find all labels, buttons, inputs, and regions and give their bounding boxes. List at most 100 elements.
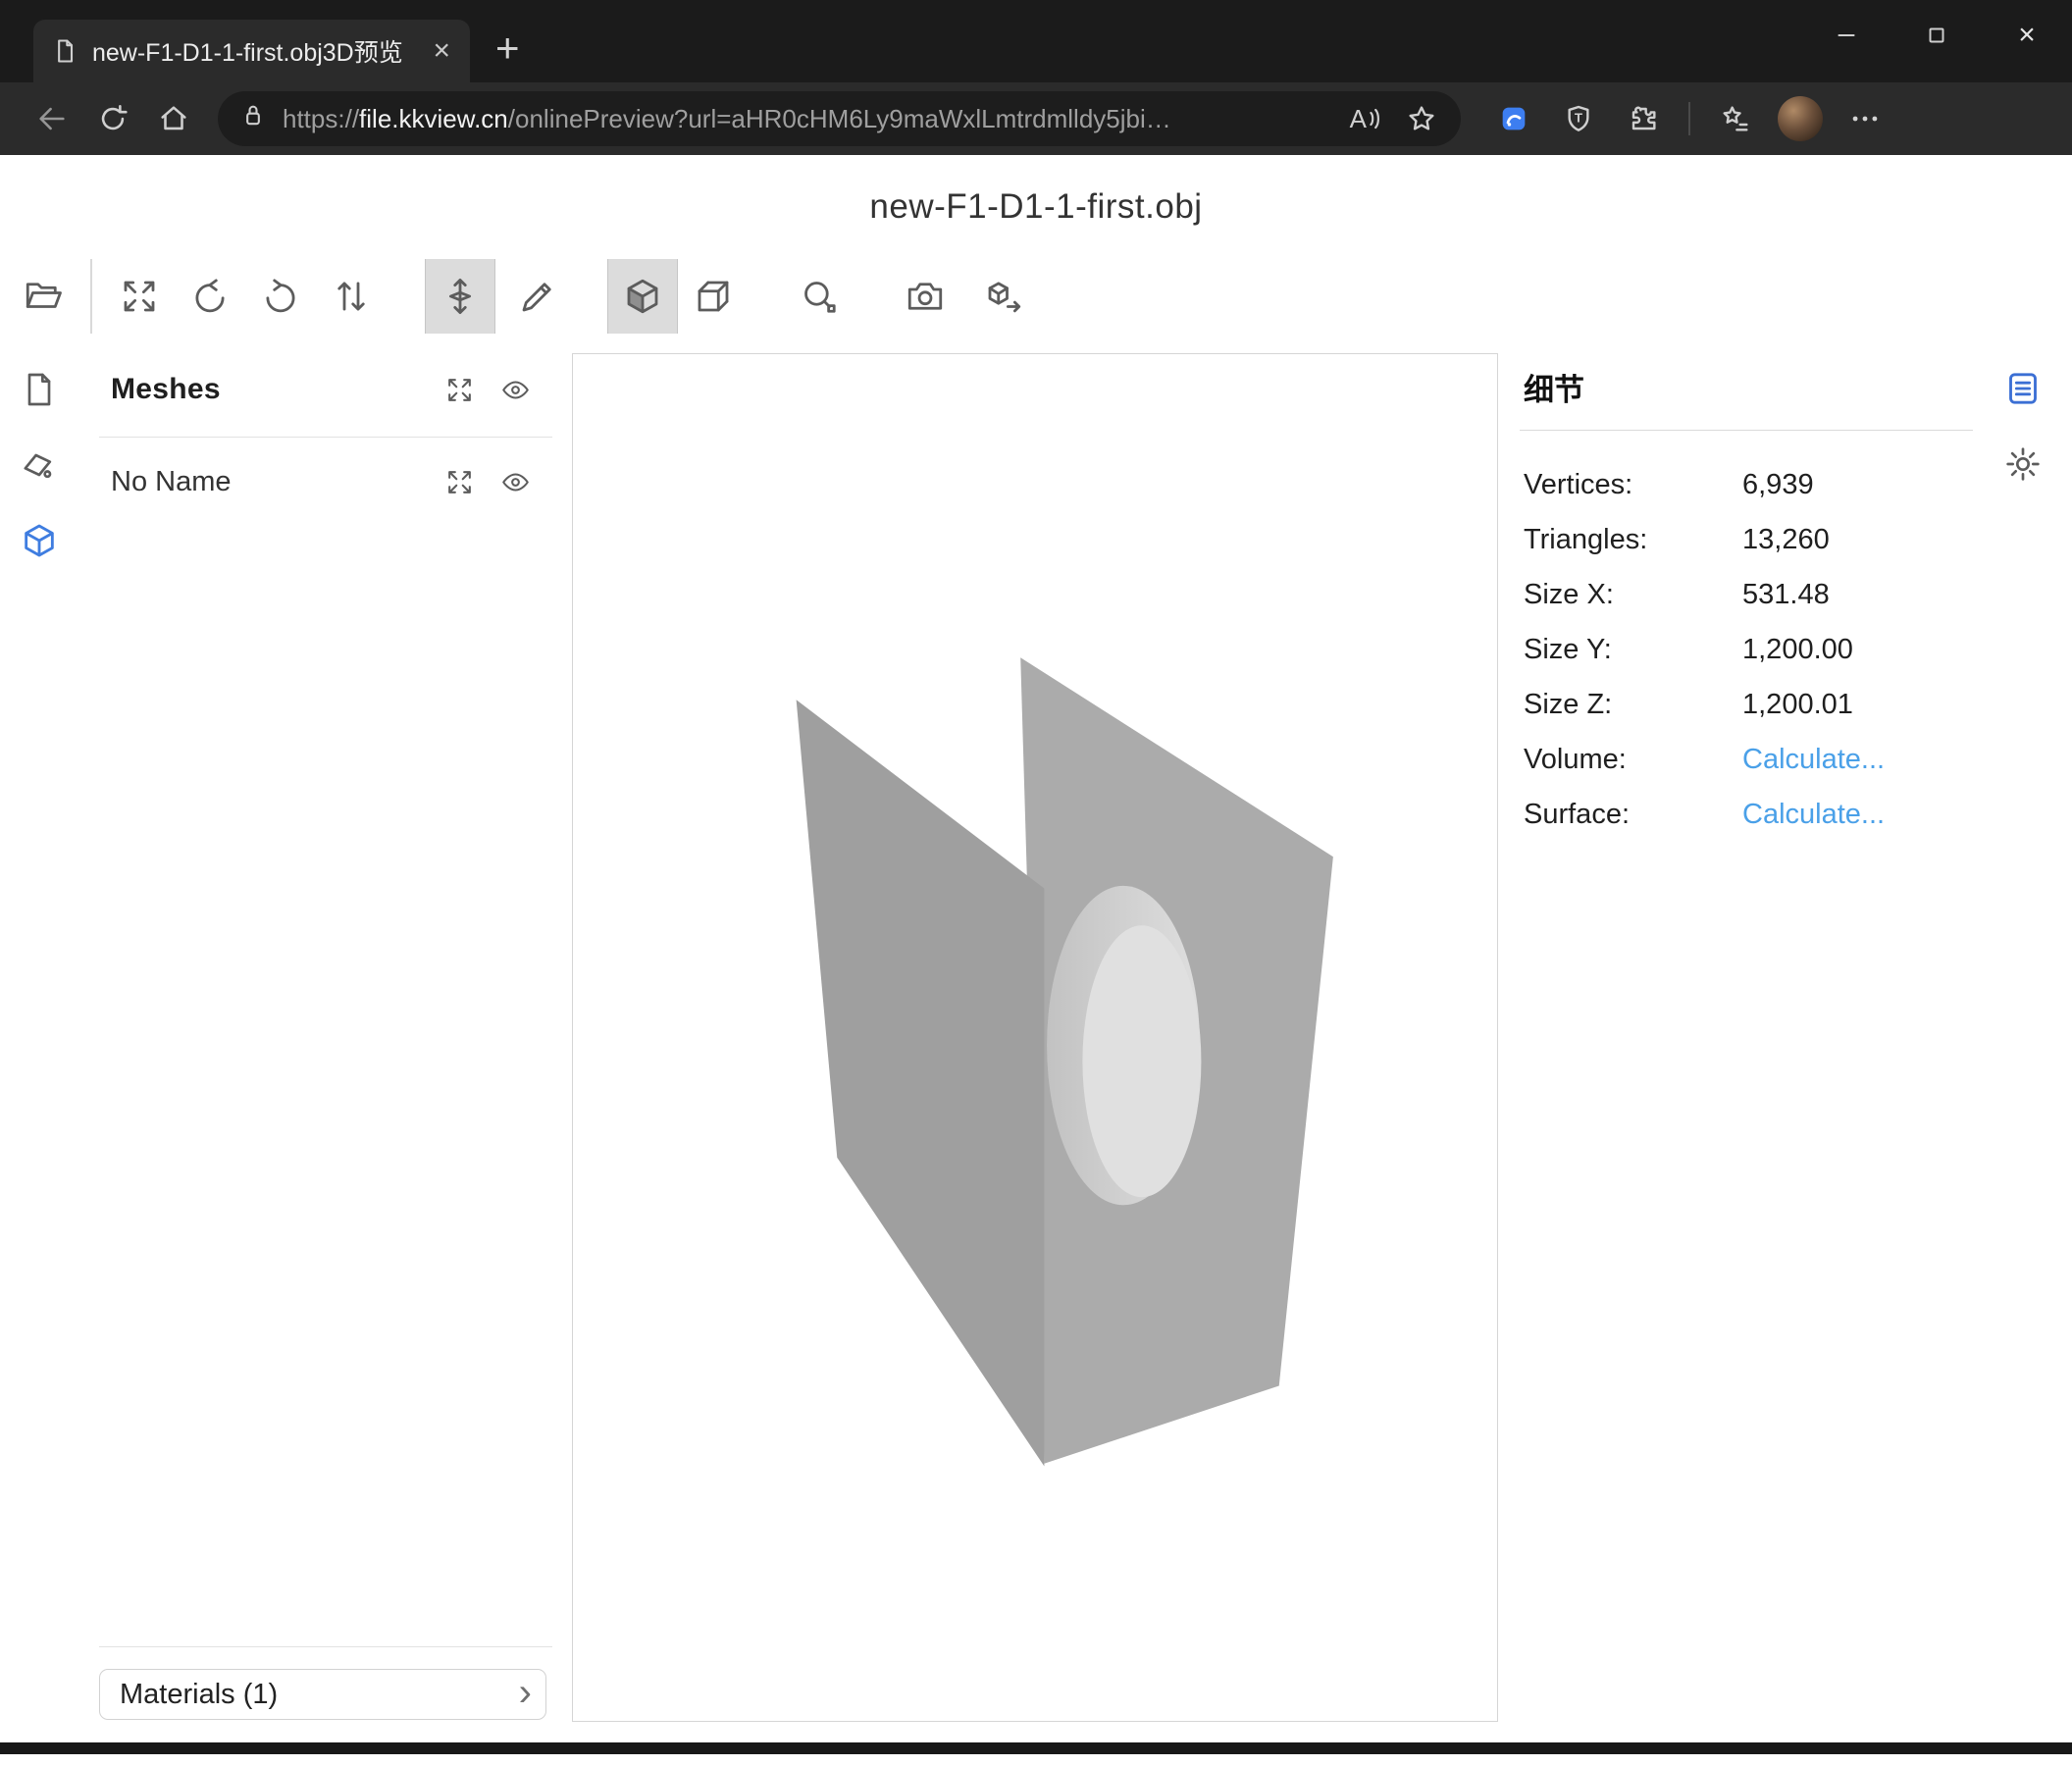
address-bar-actions: A bbox=[1350, 103, 1437, 134]
url-domain: file.kkview.cn bbox=[359, 104, 508, 133]
detail-value: 6,939 bbox=[1742, 469, 1814, 501]
details-list-icon-active[interactable] bbox=[2003, 369, 2043, 408]
move-axis-button[interactable] bbox=[425, 259, 495, 334]
window-controls: × bbox=[1801, 0, 2072, 71]
panel-divider bbox=[99, 1646, 552, 1647]
draw-line-button[interactable] bbox=[502, 259, 573, 334]
model-toolbar bbox=[8, 259, 2072, 334]
file-info-tab-icon[interactable] bbox=[20, 370, 59, 409]
address-bar[interactable]: https://file.kkview.cn/onlinePreview?url… bbox=[218, 91, 1461, 146]
calculate-surface-link[interactable]: Calculate... bbox=[1742, 799, 1885, 831]
svg-text:T: T bbox=[1575, 110, 1582, 125]
browser-toolbar: https://file.kkview.cn/onlinePreview?url… bbox=[0, 82, 2072, 155]
read-aloud-icon[interactable]: A bbox=[1350, 104, 1380, 134]
favorites-bar-icon[interactable] bbox=[1710, 93, 1761, 144]
fit-view-button[interactable] bbox=[104, 259, 175, 334]
detail-value: 531.48 bbox=[1742, 579, 1830, 611]
url-path: /onlinePreview?url=aHR0cHM6Ly9maWxlLmtrd… bbox=[508, 104, 1171, 133]
screenshot-camera-button[interactable] bbox=[890, 259, 960, 334]
export-model-button[interactable] bbox=[968, 259, 1039, 334]
detail-row-size-z: Size Z: 1,200.01 bbox=[1520, 677, 1973, 732]
detail-value: 13,260 bbox=[1742, 524, 1830, 556]
lock-icon[interactable] bbox=[239, 102, 277, 136]
panel-divider bbox=[99, 437, 552, 438]
rotate-axis-button[interactable] bbox=[245, 259, 316, 334]
materials-section: Materials (1) › bbox=[99, 1628, 552, 1722]
detail-row-triangles: Triangles: 13,260 bbox=[1520, 512, 1973, 567]
materials-label: Materials (1) bbox=[120, 1679, 519, 1711]
front-plane bbox=[797, 700, 1045, 1466]
browser-tabbar: new-F1-D1-1-first.obj3D预览 × + × bbox=[0, 0, 2072, 82]
avatar-image bbox=[1778, 96, 1823, 141]
url-text: https://file.kkview.cn/onlinePreview?url… bbox=[283, 104, 1332, 134]
detail-row-size-x: Size X: 531.48 bbox=[1520, 567, 1973, 622]
detail-label: Triangles: bbox=[1520, 524, 1742, 556]
window-close-button[interactable]: × bbox=[1982, 0, 2072, 71]
left-icon-strip bbox=[0, 353, 78, 1722]
window-minimize-button[interactable] bbox=[1801, 0, 1891, 71]
visibility-mesh-eye-icon[interactable] bbox=[500, 467, 531, 497]
detail-row-volume: Volume: Calculate... bbox=[1520, 732, 1973, 787]
toolbar-separator bbox=[1688, 102, 1690, 135]
detail-row-vertices: Vertices: 6,939 bbox=[1520, 457, 1973, 512]
rotate-view-button[interactable] bbox=[175, 259, 245, 334]
model-render bbox=[573, 354, 1497, 1721]
viewer-page: new-F1-D1-1-first.obj bbox=[0, 155, 2072, 1754]
file-favicon-icon bbox=[51, 37, 78, 65]
window-maximize-button[interactable] bbox=[1891, 0, 1982, 71]
main-content: Meshes No Name bbox=[0, 353, 2072, 1722]
mesh-list-item[interactable]: No Name bbox=[99, 453, 552, 510]
browser-window: new-F1-D1-1-first.obj3D预览 × + × bbox=[0, 0, 2072, 1766]
toolbar-separator bbox=[90, 259, 92, 334]
browser-tab[interactable]: new-F1-D1-1-first.obj3D预览 × bbox=[33, 20, 470, 82]
page-title: new-F1-D1-1-first.obj bbox=[0, 186, 2072, 228]
new-tab-button[interactable]: + bbox=[495, 27, 520, 69]
meshes-header: Meshes bbox=[99, 361, 552, 418]
browser-menu-icon[interactable] bbox=[1839, 93, 1891, 144]
details-title: 细节 bbox=[1524, 371, 1973, 410]
right-icon-strip bbox=[1973, 353, 2072, 1722]
shield-extension-icon[interactable]: T bbox=[1553, 93, 1604, 144]
mesh-name: No Name bbox=[111, 466, 444, 498]
flip-vertical-button[interactable] bbox=[316, 259, 387, 334]
fit-all-icon[interactable] bbox=[444, 375, 475, 405]
detail-label: Volume: bbox=[1520, 744, 1742, 776]
home-button[interactable] bbox=[143, 90, 204, 147]
open-file-button[interactable] bbox=[8, 259, 78, 334]
detail-label: Size X: bbox=[1520, 579, 1742, 611]
detail-value: 1,200.01 bbox=[1742, 689, 1853, 721]
fit-mesh-icon[interactable] bbox=[444, 467, 475, 497]
detail-label: Size Y: bbox=[1520, 634, 1742, 666]
detail-label: Vertices: bbox=[1520, 469, 1742, 501]
favorite-star-icon[interactable] bbox=[1406, 103, 1437, 134]
profile-avatar[interactable] bbox=[1775, 93, 1826, 144]
meshes-header-actions bbox=[444, 375, 531, 405]
model-tab-icon-active[interactable] bbox=[20, 521, 59, 560]
tab-close-icon[interactable]: × bbox=[429, 36, 454, 66]
details-panel: 细节 Vertices: 6,939 Triangles: 13,260 Siz… bbox=[1520, 353, 1973, 1722]
window-bottom-edge bbox=[0, 1742, 2072, 1754]
ortho-cube-button[interactable] bbox=[678, 259, 749, 334]
perspective-cube-button[interactable] bbox=[607, 259, 678, 334]
calculate-volume-link[interactable]: Calculate... bbox=[1742, 744, 1885, 776]
settings-gear-icon[interactable] bbox=[2003, 444, 2043, 484]
back-button[interactable] bbox=[22, 90, 82, 147]
model-viewport[interactable] bbox=[572, 353, 1498, 1722]
detail-label: Size Z: bbox=[1520, 689, 1742, 721]
measure-button[interactable] bbox=[784, 259, 855, 334]
url-protocol: https:// bbox=[283, 104, 359, 133]
visibility-all-eye-icon[interactable] bbox=[500, 375, 531, 405]
extension-area: T bbox=[1488, 93, 1891, 144]
detail-row-size-y: Size Y: 1,200.00 bbox=[1520, 622, 1973, 677]
extensions-puzzle-icon[interactable] bbox=[1618, 93, 1669, 144]
panel-divider bbox=[1520, 430, 1973, 431]
tab-title: new-F1-D1-1-first.obj3D预览 bbox=[92, 33, 415, 69]
blue-extension-icon[interactable] bbox=[1488, 93, 1539, 144]
detail-value: 1,200.00 bbox=[1742, 634, 1853, 666]
meshes-title: Meshes bbox=[111, 373, 444, 406]
materials-button[interactable]: Materials (1) › bbox=[99, 1669, 546, 1720]
meshes-panel: Meshes No Name bbox=[99, 353, 552, 1722]
material-tab-icon[interactable] bbox=[20, 445, 59, 485]
refresh-button[interactable] bbox=[82, 90, 143, 147]
detail-row-surface: Surface: Calculate... bbox=[1520, 787, 1973, 842]
